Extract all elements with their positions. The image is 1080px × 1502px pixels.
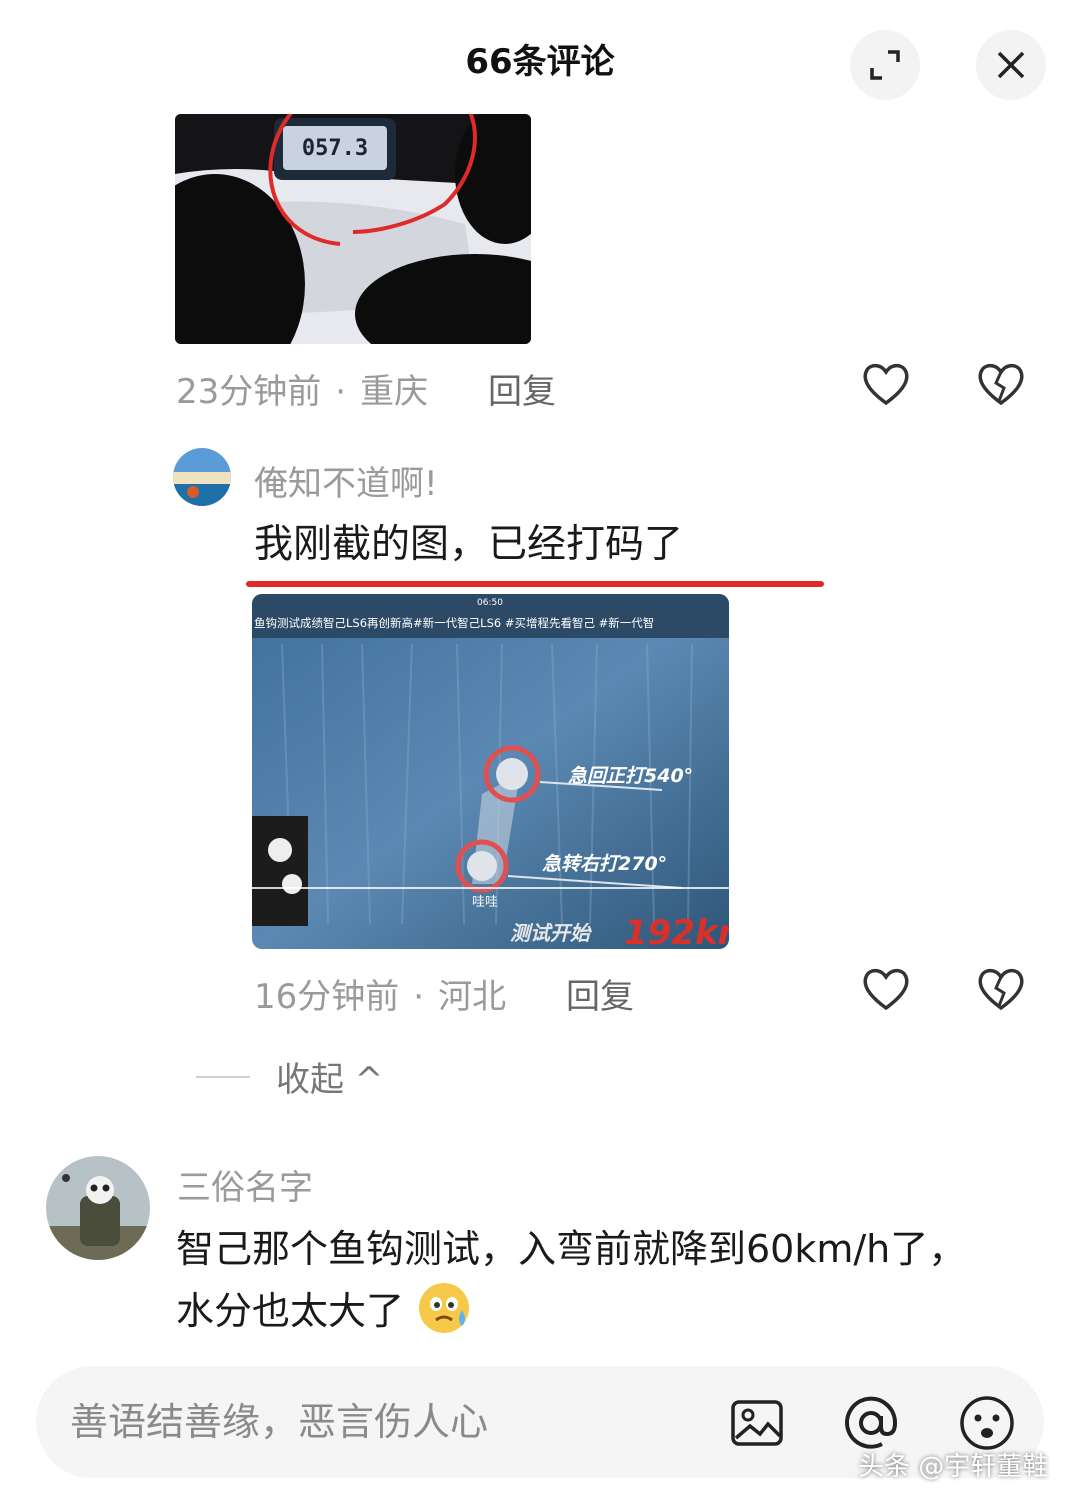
- test-start-label: 测试开始: [510, 921, 592, 945]
- sweat-face-emoji-icon: [419, 1283, 470, 1333]
- speed-label: 192km: [624, 913, 729, 949]
- heart-icon[interactable]: [860, 358, 912, 410]
- comment-image-test-video[interactable]: 06:50 鱼钩测试成绩智己LS6再创新高#新一代智己LS6 #买增程先看智己 …: [252, 594, 729, 949]
- comment-text-body: 智己那个鱼钩测试，入弯前就降到60km/h了，水分也太大了: [176, 1227, 967, 1333]
- comment-input[interactable]: [70, 1392, 710, 1452]
- comment-time: 23分钟前: [176, 372, 322, 412]
- comment-location: 河北: [438, 977, 507, 1017]
- comment-text: 智己那个鱼钩测试，入弯前就降到60km/h了，水分也太大了: [176, 1218, 976, 1342]
- steering-label-540: 急回正打540°: [568, 765, 693, 787]
- comment-username[interactable]: 三俗名字: [177, 1160, 313, 1209]
- emoji-icon[interactable]: [958, 1394, 1016, 1452]
- watermark: 头条 @宇轩董鞋: [858, 1452, 1049, 1482]
- avatar[interactable]: [173, 448, 231, 506]
- heart-icon[interactable]: [860, 963, 912, 1015]
- comment-image-speedometer[interactable]: 057.3: [175, 114, 531, 344]
- video-caption: 鱼钩测试成绩智己LS6再创新高#新一代智己LS6 #买增程先看智己 #新一代智: [254, 616, 654, 630]
- at-icon[interactable]: [842, 1394, 900, 1452]
- expand-button[interactable]: [850, 30, 920, 100]
- comments-header: 66条评论: [0, 0, 1080, 110]
- collapse-label: 收起 ^: [276, 1060, 384, 1100]
- reply-button[interactable]: 回复: [566, 969, 634, 1018]
- comment-meta: 23分钟前 · 重庆: [176, 372, 429, 412]
- close-button[interactable]: [976, 30, 1046, 100]
- video-clock: 06:50: [477, 598, 503, 608]
- comment-location: 重庆: [360, 372, 429, 412]
- comment-time: 16分钟前: [254, 977, 400, 1017]
- close-icon: [997, 51, 1025, 79]
- comment-text: 我刚截的图，已经打码了: [254, 522, 684, 567]
- broken-heart-icon[interactable]: [975, 358, 1027, 410]
- speed-readout-text: 057.3: [302, 136, 368, 161]
- image-icon[interactable]: [728, 1394, 786, 1452]
- comment-username[interactable]: 俺知不道啊!: [254, 456, 438, 505]
- broken-heart-icon[interactable]: [975, 963, 1027, 1015]
- collapse-divider: [196, 1075, 250, 1078]
- expand-icon: [870, 50, 900, 80]
- avatar[interactable]: [46, 1156, 150, 1260]
- red-underline-annotation: [246, 581, 824, 587]
- comment-meta: 16分钟前 · 河北: [254, 977, 507, 1017]
- video-subtitle: 哇哇: [472, 895, 498, 910]
- collapse-replies-button[interactable]: 收起 ^: [196, 1052, 383, 1101]
- reply-button[interactable]: 回复: [488, 364, 556, 413]
- steering-label-270: 急转右打270°: [542, 853, 667, 875]
